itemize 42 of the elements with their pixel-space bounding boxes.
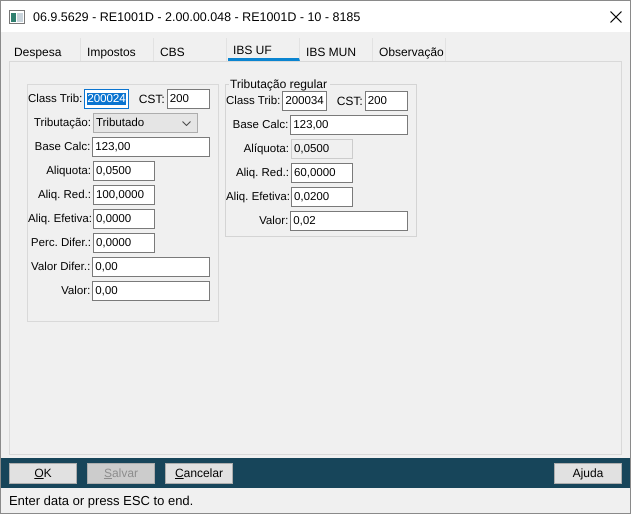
input-field[interactable]: 0,0000 — [93, 209, 155, 229]
input-field[interactable]: 100,0000 — [93, 185, 155, 205]
field-label: Class Trib: — [28, 93, 82, 105]
field-label: Aliq. Efetiva: — [28, 213, 91, 225]
input-field[interactable]: 200024 — [84, 89, 129, 109]
field-label: CST: — [138, 92, 165, 106]
button[interactable]: Cancelar — [165, 462, 233, 484]
field-label: Base Calc: — [232, 119, 288, 131]
input-field[interactable]: 0,0000 — [93, 233, 155, 253]
input-field[interactable]: 0,0500 — [93, 161, 155, 181]
field-label: Alíquota: — [242, 143, 289, 155]
status-text: Enter data or press ESC to end. — [8, 492, 194, 510]
field-label: Aliquota: — [45, 165, 91, 177]
input-field[interactable]: 0,00 — [92, 281, 210, 301]
field-label: Valor Difer.: — [30, 261, 90, 273]
button[interactable]: OK — [9, 462, 77, 484]
button[interactable]: Ajuda — [554, 462, 622, 484]
tributacao-dropdown[interactable]: Tributado — [93, 113, 198, 133]
field-label: Base Calc: — [34, 141, 90, 153]
field-label: CST: — [336, 94, 363, 108]
chevron-down-icon — [182, 120, 191, 126]
window-title: 06.9.5629 - RE1001D - 2.00.00.048 - RE1001D - 10 - 8185 — [33, 10, 362, 24]
input-field[interactable]: 0,00 — [92, 257, 210, 277]
field-label: Tributação: — [32, 117, 91, 129]
input-field[interactable]: 60,0000 — [291, 163, 353, 183]
input-field[interactable]: 123,00 — [290, 115, 408, 135]
input-field[interactable]: 123,00 — [92, 137, 210, 157]
input-field[interactable]: 200 — [166, 89, 210, 109]
field-label: Aliq. Red.: — [234, 167, 289, 179]
field-label: Aliq. Red.: — [36, 189, 91, 201]
app-icon — [9, 10, 25, 24]
field-label: Valor: — [60, 285, 90, 297]
field-label: Perc. Difer.: — [30, 237, 91, 249]
input-field[interactable]: 200 — [364, 91, 408, 111]
input-field[interactable]: 200034 — [282, 91, 327, 111]
field-label: Aliq. Efetiva: — [226, 191, 289, 203]
group-title: Tributação regular — [229, 77, 330, 91]
field-label: Valor: — [258, 215, 288, 227]
input-field[interactable]: 0,0200 — [291, 187, 353, 207]
input-field[interactable]: 0,02 — [290, 211, 408, 231]
field-label: Class Trib: — [226, 95, 280, 107]
close-icon[interactable] — [610, 10, 622, 22]
